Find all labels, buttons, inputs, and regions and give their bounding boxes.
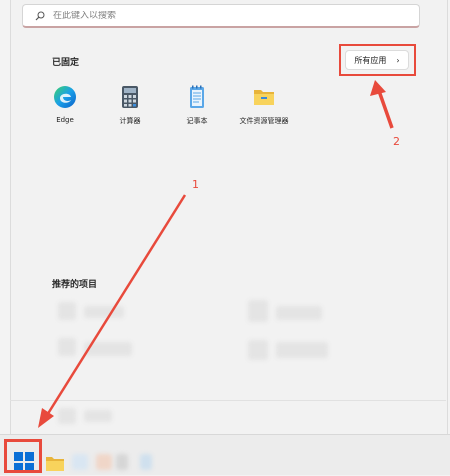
search-icon xyxy=(35,11,45,20)
search-box[interactable] xyxy=(22,4,420,28)
notepad-icon xyxy=(184,84,210,110)
taskbar-file-explorer[interactable] xyxy=(46,455,64,475)
taskbar-app[interactable] xyxy=(72,454,88,470)
search-input[interactable] xyxy=(53,10,419,21)
recommended-item-icon xyxy=(58,302,76,320)
recommended-item-text xyxy=(276,342,328,358)
file-explorer-icon xyxy=(251,84,277,110)
taskbar xyxy=(0,434,450,475)
calculator-icon xyxy=(117,84,143,110)
annotation-number-1: 1 xyxy=(192,178,199,191)
all-apps-highlight xyxy=(339,44,416,76)
footer-divider xyxy=(10,400,446,401)
app-label: 计算器 xyxy=(119,117,141,125)
folder-icon xyxy=(46,457,64,471)
pinned-app-notepad[interactable]: 记事本 xyxy=(165,84,229,126)
recommended-item-icon xyxy=(248,300,268,322)
user-name xyxy=(84,410,112,422)
app-label: 文件资源管理器 xyxy=(239,117,289,125)
start-button-highlight xyxy=(4,439,42,473)
recommended-item-text xyxy=(84,342,132,356)
app-label: 记事本 xyxy=(186,117,208,125)
recommended-item-text xyxy=(276,306,322,320)
pinned-app-edge[interactable]: Edge xyxy=(33,84,97,124)
pinned-app-calculator[interactable]: 计算器 xyxy=(98,84,162,126)
taskbar-app[interactable] xyxy=(116,454,128,470)
pinned-app-file-explorer[interactable]: 文件资源管理器 xyxy=(232,84,296,126)
user-avatar[interactable] xyxy=(58,408,76,424)
pinned-section-title: 已固定 xyxy=(52,58,80,68)
recommended-section-title: 推荐的项目 xyxy=(52,280,98,290)
taskbar-app[interactable] xyxy=(96,454,112,470)
app-label: Edge xyxy=(56,116,74,124)
edge-icon xyxy=(52,84,78,110)
recommended-item-icon xyxy=(248,340,268,360)
annotation-number-2: 2 xyxy=(393,135,400,148)
recommended-item-icon xyxy=(58,338,76,356)
taskbar-app[interactable] xyxy=(140,454,152,470)
recommended-item-text xyxy=(84,306,124,318)
